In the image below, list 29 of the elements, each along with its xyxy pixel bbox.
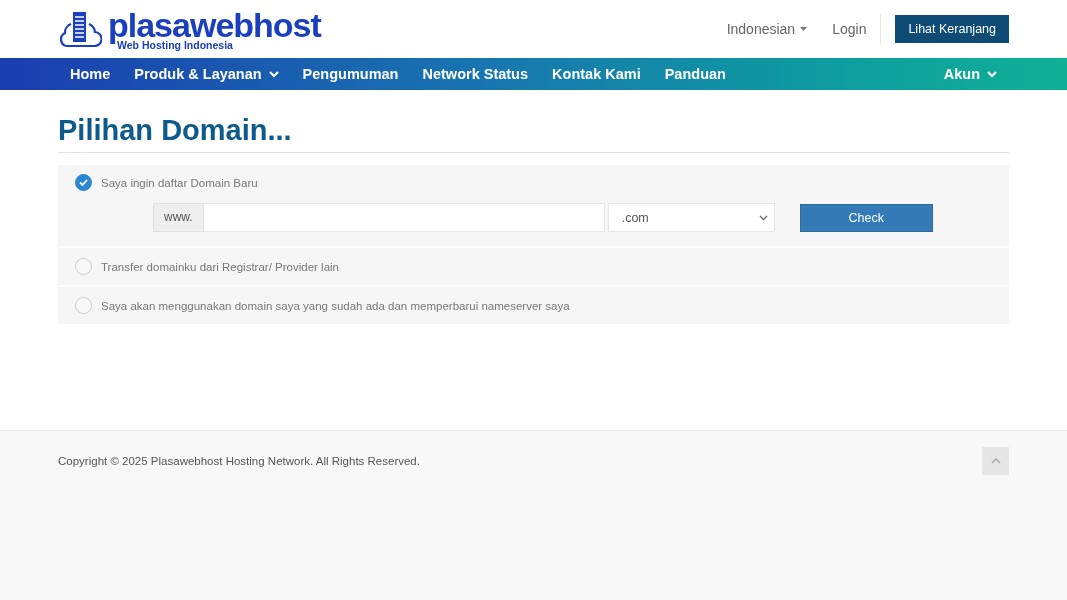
language-selector[interactable]: Indonesian: [726, 21, 808, 37]
radio-button[interactable]: [75, 297, 92, 314]
check-button[interactable]: Check: [799, 203, 933, 232]
chevron-down-icon: [758, 214, 768, 221]
tld-dropdown[interactable]: .com: [607, 203, 775, 232]
domain-input-field[interactable]: [203, 203, 605, 232]
copyright-text: Copyright © 2025 Plasawebhost Hosting Network. All Rights Reserved.: [58, 455, 420, 467]
option-label[interactable]: Saya ingin daftar Domain Baru: [101, 176, 258, 189]
caret-down-icon: [800, 27, 808, 31]
cloud-server-logo-icon: [58, 10, 102, 48]
logo-name[interactable]: plasawebhost: [108, 7, 321, 42]
back-to-top-button[interactable]: [982, 447, 1009, 475]
nav-link[interactable]: Home: [58, 58, 123, 90]
radio-button[interactable]: [75, 258, 92, 275]
cart-button[interactable]: Lihat Keranjang: [895, 15, 1009, 43]
chevron-up-icon: [990, 458, 1001, 464]
nav-link[interactable]: Produk & Layanan: [122, 58, 291, 90]
nav-link[interactable]: Network Status: [410, 58, 541, 90]
nav-link[interactable]: Kontak Kami: [540, 58, 653, 90]
option-label[interactable]: Saya akan menggunakan domain saya yang sudah ada dan memperbarui nameserver saya: [101, 299, 570, 312]
login-link[interactable]: Login: [832, 14, 882, 44]
option-label[interactable]: Transfer domainku dari Registrar/ Provider lain: [101, 260, 339, 273]
page-title: Pilihan Domain...: [58, 112, 1009, 153]
account-menu[interactable]: Akun: [931, 58, 1009, 90]
nav-link[interactable]: Pengumuman: [290, 58, 411, 90]
www-prefix: www.: [153, 203, 204, 232]
radio-button[interactable]: [75, 174, 92, 191]
nav-link[interactable]: Panduan: [652, 58, 738, 90]
check-icon: [79, 179, 88, 186]
